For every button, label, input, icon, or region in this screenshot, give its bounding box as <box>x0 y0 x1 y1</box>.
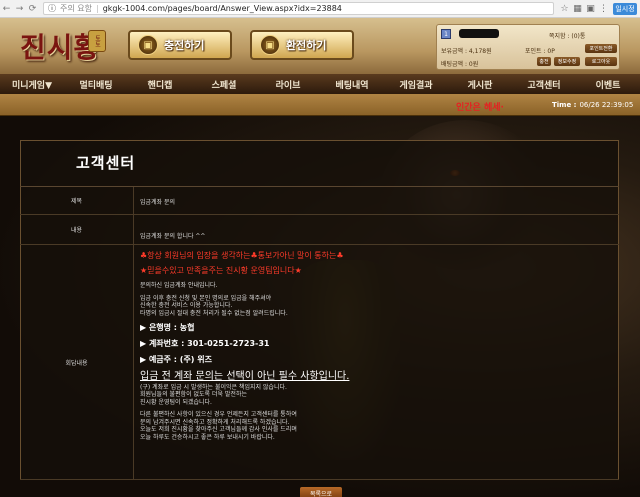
answer-line: 입금 이후 충전 신청 및 본인 명의로 입금을 해주셔야 <box>140 294 272 302</box>
account-holder: ▶ 예금주 : (주) 위즈 <box>140 355 212 364</box>
answer-slogan-2: ★믿을수있고 만족을주는 진시황 운영팀입니다★ <box>140 266 302 275</box>
back-icon[interactable]: ← <box>0 4 13 14</box>
warning-notice: 입금 전 계좌 문의는 선택이 아닌 필수 사항입니다. <box>140 371 350 382</box>
coin-icon: ▣ <box>260 35 280 55</box>
nav-multi-betting[interactable]: 멀티배팅 <box>64 78 128 91</box>
nav-game-results[interactable]: 게임결과 <box>384 78 448 91</box>
site-header: 진시황 토토 ▣ 충전하기 ▣ 환전하기 1 쪽지함 : (0)통 보유금액 :… <box>0 18 640 74</box>
url-text: gkgk-1004.com/pages/board/Answer_View.as… <box>102 4 342 13</box>
content-row: 내용 입금계좌 문의 합니다 ^^ <box>20 215 619 245</box>
browser-toolbar: ← → ⟳ ⓘ 주의 요함 | gkgk-1004.com/pages/boar… <box>0 0 640 18</box>
content-value: 입금계좌 문의 합니다 ^^ <box>140 233 206 240</box>
charge-button[interactable]: ▣ 충전하기 <box>128 30 232 60</box>
answer-line: 오늘 하루도 건승하시고 좋은 하루 보내시기 바랍니다. <box>140 433 275 441</box>
subject-row: 제목 입금계좌 문의 <box>20 187 619 215</box>
address-bar[interactable]: ⓘ 주의 요함 | gkgk-1004.com/pages/board/Answ… <box>43 2 554 15</box>
answer-line: 문의하신 입금계좌 안내입니다. <box>140 282 218 289</box>
security-label: 주의 요함 <box>60 4 92 13</box>
menu-icon[interactable]: ⋮ <box>597 4 610 14</box>
answer-line: 오늘도 저희 진시황을 찾아주신 고객님들께 감사 인사를 드리며 <box>140 426 297 433</box>
betting-amount: 배팅금액 : 0원 <box>441 61 479 68</box>
marquee-text: 인간은 헤세· <box>456 103 504 113</box>
nav-events[interactable]: 이벤트 <box>576 78 640 91</box>
subject-value: 입금계좌 문의 <box>140 198 176 206</box>
subject-label: 제목 <box>20 187 134 214</box>
extension-button[interactable]: 일시정 <box>613 2 637 15</box>
inquiry-table: 제목 입금계좌 문의 내용 입금계좌 문의 합니다 ^^ 회답내용 ♣항상 회원… <box>20 186 619 480</box>
nav-customer-center[interactable]: 고객센터 <box>512 78 576 91</box>
back-to-list-button[interactable]: 목록으로 <box>300 487 342 497</box>
answer-line: 다른 불편하신 사항이 있으신 경우 언제든지 고객센터를 통하여 <box>140 411 297 418</box>
nav-board[interactable]: 게시판 <box>448 78 512 91</box>
nav-special[interactable]: 스페셜 <box>192 78 256 91</box>
level-badge: 1 <box>441 29 451 39</box>
answer-line: 타명의 입금시 절대 충전 처리가 될수 없는점 알려드립니다. <box>140 309 288 317</box>
sub-bar: 인간은 헤세· Time :06/26 22:39:05 <box>0 94 640 116</box>
nav-bet-history[interactable]: 베팅내역 <box>320 78 384 91</box>
logout-button[interactable]: 로그아웃 <box>585 57 617 66</box>
nav-live[interactable]: 라이브 <box>256 78 320 91</box>
answer-line: 문의 남겨주시면 신속하고 정확하게 처리해드록 하겠습니다. <box>140 418 290 426</box>
answer-line: (구) 계좌로 입금 시 발생하는 불이익은 책임지지 않습니다. <box>140 383 287 391</box>
logo-badge: 토토 <box>88 30 106 52</box>
reload-icon[interactable]: ⟳ <box>26 4 39 14</box>
bank-name: ▶ 은행명 : 농협 <box>140 323 195 332</box>
point-balance: 포인트 : 0P <box>525 48 555 55</box>
answer-label: 회답내용 <box>20 245 134 479</box>
point-convert-button[interactable]: 포인트전환 <box>585 44 617 53</box>
star-icon[interactable]: ☆ <box>558 4 571 14</box>
edit-profile-button[interactable]: 정보수정 <box>554 57 580 66</box>
extension-icon[interactable]: ▦ <box>571 4 584 14</box>
answer-body: ♣항상 회원님의 입장을 생각하는♣통보가아닌 말이 통하는♣ ★믿을수있고 만… <box>134 245 619 479</box>
username-redacted <box>459 29 499 38</box>
exchange-button[interactable]: ▣ 환전하기 <box>250 30 354 60</box>
answer-line: 회원님들의 불편함이 없도록 더욱 발전하는 <box>140 391 247 398</box>
coin-icon: ▣ <box>138 35 158 55</box>
account-number: ▶ 계좌번호 : 301-0251-2723-31 <box>140 339 270 348</box>
clock: Time :06/26 22:39:05 <box>552 101 634 109</box>
message-count[interactable]: 쪽지함 : (0)통 <box>549 31 585 40</box>
forward-icon[interactable]: → <box>13 4 26 14</box>
user-info-box: 1 쪽지함 : (0)통 보유금액 : 4,178원 포인트 : 0P 포인트전… <box>436 24 620 70</box>
content-label: 내용 <box>20 215 134 244</box>
charge-small-button[interactable]: 충전 <box>537 57 551 66</box>
cash-balance: 보유금액 : 4,178원 <box>441 48 492 55</box>
answer-row: 회답내용 ♣항상 회원님의 입장을 생각하는♣통보가아닌 말이 통하는♣ ★믿을… <box>20 245 619 480</box>
pocket-icon[interactable]: ▣ <box>584 4 597 14</box>
info-icon[interactable]: ⓘ <box>48 3 56 14</box>
answer-line: 신속한 충전 서비스 이용 가능합니다. <box>140 302 233 309</box>
nav-handicap[interactable]: 핸디캡 <box>128 78 192 91</box>
main-nav: 미니게임▼ 멀티배팅 핸디캡 스페셜 라이브 베팅내역 게임결과 게시판 고객센… <box>0 74 640 94</box>
answer-slogan-1: ♣항상 회원님의 입장을 생각하는♣통보가아닌 말이 통하는♣ <box>140 251 344 260</box>
page-title: 고객센터 <box>76 154 136 172</box>
answer-line: 진시황 운영팀이 되겠습니다. <box>140 398 212 406</box>
nav-mini-game[interactable]: 미니게임▼ <box>0 78 64 91</box>
